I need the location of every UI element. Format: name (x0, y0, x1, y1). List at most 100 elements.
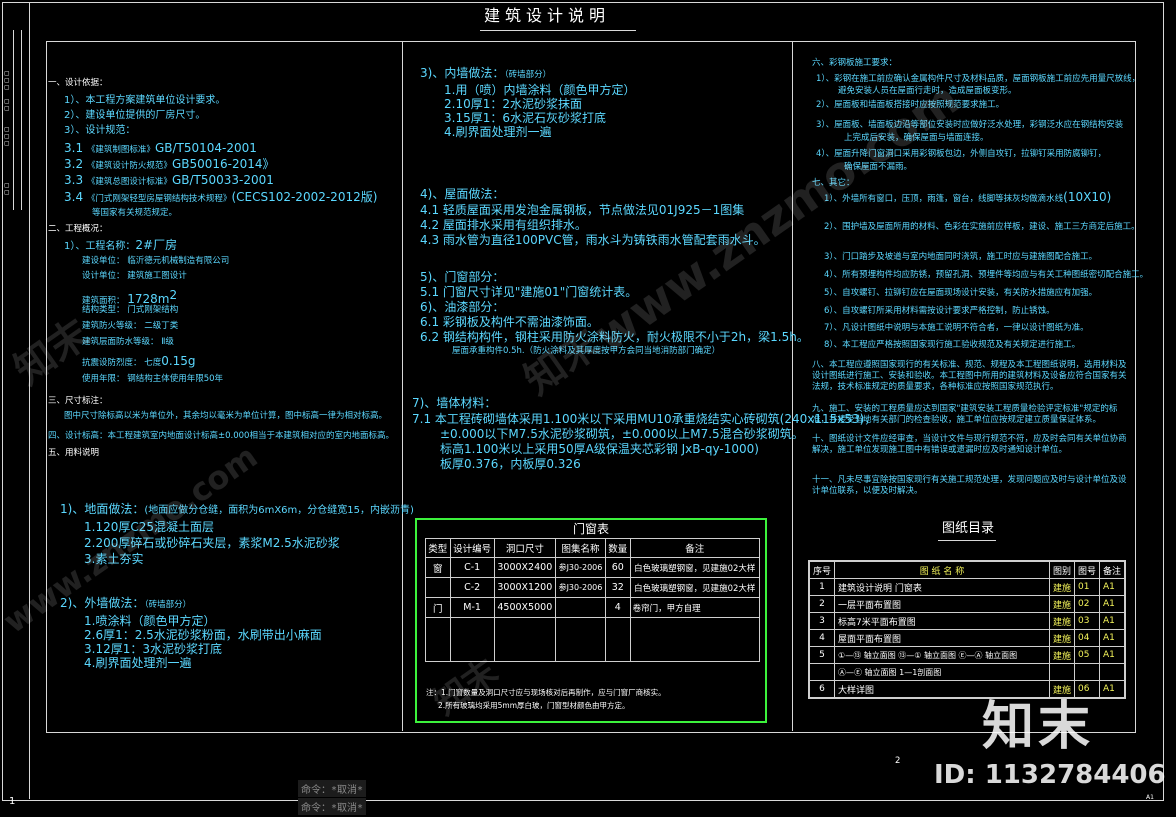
table-cell: 01 (1073, 578, 1100, 596)
table-cell: C-2 (449, 577, 495, 598)
table-header-row: 类型 设计编号 洞口尺寸 图集名称 数量 备注 (425, 538, 761, 558)
wall-note: （砖墙部分） (144, 600, 192, 610)
table-cell: 6 (808, 680, 836, 699)
interior-heading: 3)、内墙做法：（砖墙部分） (420, 66, 551, 81)
table-cell: 参J30-2006 (554, 557, 606, 578)
table-cell (808, 663, 836, 681)
brand-logo: 知末 (982, 697, 1095, 757)
section-1-heading: 一、设计依据： (48, 78, 108, 88)
section-1-item: 1）、本工程方案建筑单位设计要求。 (64, 95, 226, 106)
sheet-size-label: A1 (1146, 794, 1154, 801)
table-cell: A1 (1098, 646, 1126, 664)
table-cell: 参J30-2006 (554, 577, 606, 598)
wall-item: 2.6厚1：2.5水泥砂浆粉面，水刷带出小麻面 (84, 628, 322, 642)
table-cell: 建筑设计说明 门窗表 (834, 578, 1050, 596)
table-row: 4 屋面平面布置图 建施 04 A1 (808, 629, 1126, 647)
table-cell: 04 (1073, 629, 1100, 647)
section-4: 四、设计标高：本工程建筑室内地面设计标高±0.000相当于本建筑相对应的室内地面… (48, 431, 394, 441)
table-cell: 窗 (425, 557, 451, 578)
project-name-label: 1）、工程名称： (64, 241, 136, 252)
section-1-item: 3）、设计规范： (64, 125, 136, 136)
table-cell: C-1 (449, 557, 495, 578)
project-name: 1）、工程名称：2#厂房 (64, 238, 177, 252)
table-cell: 05 (1073, 646, 1100, 664)
table-header-cell: 设计编号 (449, 538, 495, 558)
section-3-body: 图中尺寸除标高以米为单位外，其余均以毫米为单位计算，图中标高一律为相对标高。 (64, 411, 388, 421)
section-7-item: 5）、自攻螺钉、拉铆钉应在屋面现场设计安装，有关防水措施应有加强。 (824, 288, 1098, 298)
table-cell: 标高7米平面布置图 (834, 612, 1050, 630)
table-header-cell: 图号 (1073, 560, 1100, 579)
section-6-item: 1）、彩钢在施工前应确认金属构件尺寸及材料品质，屋面钢板施工前应先用量尺放线， (816, 74, 1141, 84)
table-cell (554, 617, 606, 662)
table-cell: A1 (1098, 629, 1126, 647)
door-section-item: 5.1 门窗尺寸详见"建施01"门窗统计表。 (420, 285, 638, 299)
drawing-index-title-underline (938, 540, 996, 541)
command-line-input[interactable]: 命令：*取消* (298, 798, 367, 815)
table-cell: 一层平面布置图 (834, 595, 1050, 613)
table-cell: 32 (604, 577, 631, 598)
section-9: 九、施工、安装的工程质量应达到国家"建筑安装工程质量检验评定标准"规定的标准，并… (812, 404, 1118, 425)
section-11: 十一、凡未尽事宜除按国家现行有关施工规范处理，发现问题应及时与设计单位及设计单位… (812, 475, 1127, 496)
wall-material-item: 板厚0.376，内板厚0.326 (440, 457, 581, 471)
table-cell: 白色玻璃塑钢窗，见建施02大样 (629, 557, 761, 578)
interior-item: 1.用（喷）内墙涂料（颜色甲方定） (444, 83, 636, 97)
table-cell: A1 (1098, 595, 1126, 613)
norm-code: GB50016-2014》 (171, 157, 275, 171)
drawing-index-table: 序号 图 纸 名 称 图别 图号 备注 1 建筑设计说明 门窗表 建施 01 A… (808, 560, 1126, 699)
page-number: 2 (895, 756, 901, 766)
interior-item: 4.刷界面处理剂一遍 (444, 125, 552, 139)
table-cell: 白色玻璃塑钢窗，见建施02大样 (629, 577, 761, 598)
section-7-item: 7）、凡设计图纸中说明与本施工说明不符合者，一律以设计图纸为准。 (824, 323, 1089, 333)
section-7-item: 8）、本工程应严格按照国家现行施工验收规范及有关规定进行施工。 (824, 340, 1081, 350)
section-7-item: 1）、外墙所有窗口，压顶，雨篷，窗台，线脚等抹灰均做滴水线(10X10) (824, 190, 1111, 205)
norm-number: 3.2 (64, 157, 84, 171)
title-strip-text: ▢ ▢ ▢ ▢ ▢ ▢ ▢ ▢ ▢ ▢ (4, 70, 10, 196)
table-row: 2 一层平面布置图 建施 02 A1 (808, 595, 1126, 613)
section-8: 八、本工程应遵照国家现行的有关标准、规范、规程及本工程图纸说明，选用材料及设计图… (812, 360, 1127, 392)
wall-material-item: 7.1 本工程砖砌墙体采用1.100米以下采用MU10承重烧结实心砖砌筑(240… (412, 412, 877, 426)
table-cell: 3 (808, 612, 836, 630)
info-row: 建筑面积： 1728m2 (82, 288, 177, 307)
section-7-pitch: (10X10) (1063, 190, 1112, 204)
table-cell: 3000X1200 (493, 577, 556, 598)
wall-material-item: ±0.000以下M7.5水泥砂浆砌筑，±0.000以上M7.5混合砂浆砌筑。 (440, 427, 804, 441)
section-1-item: 2）、建设单位提供的厂房尺寸。 (64, 110, 206, 121)
table-cell: ①—⑬ 轴立面图 ⑬—① 轴立面图 Ⓔ—Ⓐ 轴立面图 (834, 646, 1050, 664)
table-cell: 60 (604, 557, 631, 578)
info-row: 建筑防火等级： 二级丁类 (82, 321, 179, 331)
norm-label: 《建筑总图设计标准》 (86, 177, 172, 187)
section-2-heading: 二、工程概况： (48, 224, 108, 234)
norm-row: 3.3 《建筑总图设计标准》GB/T50033-2001 (64, 173, 274, 188)
page-title: 建筑设计说明 (484, 6, 611, 25)
table-header-cell: 洞口尺寸 (493, 538, 556, 558)
area-sup: 2 (169, 288, 178, 302)
table-cell: 02 (1073, 595, 1100, 613)
floor-heading: 1)、地面做法：(地面应做分仓缝，面积为6mX6m，分仓缝宽15，内嵌沥青) (60, 502, 414, 516)
interior-note: （砖墙部分） (504, 70, 552, 80)
title-strip-line (29, 2, 30, 799)
info-row: 抗震设防烈度： 七度0.15g (82, 354, 196, 369)
wall-item: 1.喷涂料（颜色甲方定） (84, 614, 216, 628)
norm-label: 《建筑制图标准》 (86, 145, 155, 155)
image-id: ID: 1132784406 (934, 760, 1166, 790)
table-cell: 建施 (1048, 629, 1075, 647)
table-header-cell: 类型 (425, 538, 451, 558)
norm-row: 3.2 《建筑设计防火规范》GB50016-2014》 (64, 157, 275, 172)
table-cell: 4 (808, 629, 836, 647)
norm-row: 3.4 《门式刚架轻型房屋钢结构技术规程》(CECS102-2002-2012版… (64, 190, 377, 205)
title-underline (480, 30, 636, 31)
table-header-cell: 备注 (1098, 560, 1126, 579)
table-cell (425, 577, 451, 598)
wall-material-item: 标高1.100米以上采用50厚A级保温夹芯彩钢 JxB-qy-1000) (440, 442, 759, 456)
roof-item: 4.1 轻质屋面采用发泡金属钢板，节点做法见01J925－1图集 (420, 203, 745, 217)
table-cell: 建施 (1048, 646, 1075, 664)
table-cell: 卷帘门，甲方自理 (629, 597, 761, 618)
table-header-cell: 图集名称 (554, 538, 606, 558)
command-line-history: 命令：*取消* (298, 780, 367, 797)
seismic-label: 抗震设防烈度： 七度 (82, 358, 162, 368)
table-cell: Ⓐ—Ⓔ 轴立面图 1—1剖面图 (834, 663, 1050, 681)
column-divider-1 (402, 41, 403, 731)
section-10: 十、图纸设计文件应经审查，当设计文件与现行规范不符，应及时会同有关单位协商解决，… (812, 434, 1127, 455)
corner-marker: 1 (9, 796, 16, 807)
table-cell: 3000X2400 (493, 557, 556, 578)
